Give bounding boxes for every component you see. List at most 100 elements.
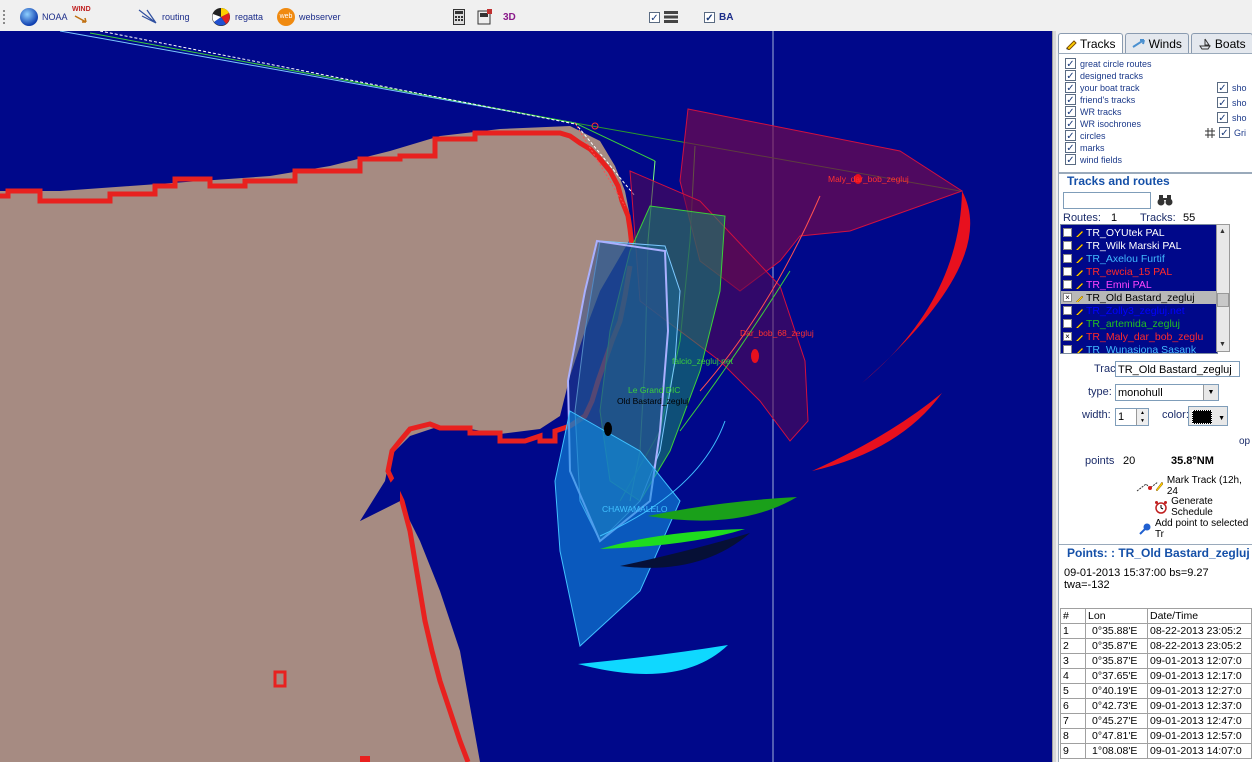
table-row[interactable]: 1 0°35.88'E 08-22-2013 23:05:2 xyxy=(1059,623,1252,639)
scroll-down-icon[interactable]: ▼ xyxy=(1219,341,1226,348)
table-row[interactable]: 7 0°45.27'E 09-01-2013 12:47:0 xyxy=(1059,713,1252,729)
pencil-icon[interactable] xyxy=(1075,229,1083,237)
layer-great-circle[interactable]: ✓ great circle routes xyxy=(1065,58,1152,70)
cell-lon: 0°35.88'E xyxy=(1085,623,1148,639)
track-visible-checkbox[interactable] xyxy=(1063,280,1072,289)
track-list-item[interactable]: × TR_Maly_dar_bob_zeglu xyxy=(1061,330,1217,343)
layer-wr-tracks[interactable]: ✓ WR tracks xyxy=(1065,106,1122,118)
track-list-item[interactable]: × TR_Old Bastard_zegluj xyxy=(1061,291,1217,304)
track-visible-checkbox[interactable] xyxy=(1063,241,1072,250)
chevron-down-icon[interactable]: ▼ xyxy=(1203,385,1218,400)
noaa-button[interactable]: NOAA xyxy=(20,8,68,26)
chevron-down-icon[interactable]: ▼ xyxy=(1218,411,1225,427)
track-list-item[interactable]: TR_ewcia_15 PAL xyxy=(1061,265,1217,278)
tab-tracks[interactable]: Tracks xyxy=(1058,33,1123,54)
col-header-index[interactable]: # xyxy=(1059,608,1087,624)
tab-boats[interactable]: Boats xyxy=(1190,33,1252,53)
table-header-row: # Lon Date/Time xyxy=(1059,608,1252,624)
mark-track-icon xyxy=(1136,481,1163,492)
track-visible-checkbox[interactable] xyxy=(1063,345,1072,353)
ba-checkbox[interactable]: ✓ xyxy=(704,11,715,24)
calculator-button[interactable] xyxy=(453,8,465,26)
type-select[interactable]: monohull ▼ xyxy=(1115,384,1219,401)
chart-map[interactable]: Maly_dar_bob_zegluj Dar_bob_68_zegluj fa… xyxy=(0,31,1052,762)
track-list[interactable]: TR_OYUtek PAL TR_Wilk Marski PAL TR_Axelou… xyxy=(1060,224,1218,354)
track-visible-checkbox[interactable] xyxy=(1063,228,1072,237)
pencil-icon[interactable] xyxy=(1075,307,1083,315)
pencil-icon[interactable] xyxy=(1075,242,1083,250)
table-row[interactable]: 2 0°35.87'E 08-22-2013 23:05:2 xyxy=(1059,638,1252,654)
tab-winds[interactable]: Winds xyxy=(1124,33,1189,53)
track-visible-checkbox[interactable] xyxy=(1063,306,1072,315)
track-visible-checkbox[interactable]: × xyxy=(1063,293,1072,302)
table-row[interactable]: 5 0°40.19'E 09-01-2013 12:27:0 xyxy=(1059,683,1252,699)
pencil-icon[interactable] xyxy=(1075,255,1083,263)
pencil-icon[interactable] xyxy=(1075,268,1083,276)
track-list-item[interactable]: TR_Zolly3_zegluj.net xyxy=(1061,304,1217,317)
ba-toggle[interactable]: ✓ BA xyxy=(704,8,733,26)
pencil-icon[interactable] xyxy=(1075,294,1083,302)
pencil-icon[interactable] xyxy=(1075,320,1083,328)
col-header-lon[interactable]: Lon xyxy=(1085,608,1148,624)
routing-button[interactable]: routing xyxy=(138,8,190,26)
track-list-item[interactable]: TR_Wunasiona Sasank xyxy=(1061,343,1217,354)
layer-wr-isochrones[interactable]: ✓ WR isochrones xyxy=(1065,118,1141,130)
track-distance: 35.8°NM xyxy=(1171,455,1214,467)
pencil-icon[interactable] xyxy=(1075,346,1083,354)
track-list-item[interactable]: TR_Emni PAL xyxy=(1061,278,1217,291)
pencil-icon[interactable] xyxy=(1075,281,1083,289)
table-row[interactable]: 8 0°47.81'E 09-01-2013 12:57:0 xyxy=(1059,728,1252,744)
track-list-item[interactable]: TR_artemida_zegluj xyxy=(1061,317,1217,330)
layers-box: ✓ great circle routes ✓ designed tracks ✓ y… xyxy=(1058,53,1252,173)
pencil-icon[interactable] xyxy=(1075,333,1083,341)
cell-datetime: 09-01-2013 12:47:0 xyxy=(1147,713,1252,729)
track-name: TR_ewcia_15 PAL xyxy=(1086,265,1173,278)
track-visible-checkbox[interactable] xyxy=(1063,319,1072,328)
layer-circles[interactable]: ✓ circles xyxy=(1065,130,1106,142)
table-row[interactable]: 4 0°37.65'E 09-01-2013 12:17:0 xyxy=(1059,668,1252,684)
top-toolbar: NOAA WIND routing regatta web webserver … xyxy=(0,0,1252,32)
layer-designed-tracks[interactable]: ✓ designed tracks xyxy=(1065,70,1143,82)
option-show-2[interactable]: ✓ sho xyxy=(1217,97,1247,109)
device-button[interactable] xyxy=(477,8,493,26)
track-visible-checkbox[interactable]: × xyxy=(1063,332,1072,341)
col-header-datetime[interactable]: Date/Time xyxy=(1147,608,1252,624)
three-d-button[interactable]: 3D xyxy=(503,8,516,26)
layer-wind-fields[interactable]: ✓ wind fields xyxy=(1065,154,1122,166)
track-list-item[interactable]: TR_Axelou Furtif xyxy=(1061,252,1217,265)
layer-marks[interactable]: ✓ marks xyxy=(1065,142,1105,154)
color-picker[interactable]: ▼ xyxy=(1188,406,1228,426)
generate-schedule-button[interactable]: Generate Schedule xyxy=(1154,496,1252,518)
wind-arrow-icon xyxy=(74,15,88,23)
layer-your-boat[interactable]: ✓ your boat track xyxy=(1065,82,1140,94)
track-name-input[interactable]: TR_Old Bastard_zegluj xyxy=(1115,361,1240,377)
track-search-input[interactable] xyxy=(1063,192,1151,209)
option-grid[interactable]: ✓ Gri xyxy=(1205,127,1246,139)
scroll-up-icon[interactable]: ▲ xyxy=(1219,228,1226,235)
binoculars-icon[interactable] xyxy=(1157,193,1173,207)
webserver-button[interactable]: web webserver xyxy=(277,8,341,26)
table-row[interactable]: 3 0°35.87'E 09-01-2013 12:07:0 xyxy=(1059,653,1252,669)
regatta-button[interactable]: regatta xyxy=(211,8,263,26)
width-stepper[interactable]: 1 ▲ ▼ xyxy=(1115,408,1149,426)
wind-button[interactable]: WIND xyxy=(72,6,91,24)
table-row[interactable]: 6 0°42.73'E 09-01-2013 12:37:0 xyxy=(1059,698,1252,714)
mark-track-button[interactable]: Mark Track (12h, 24 xyxy=(1136,475,1252,497)
layer-friends[interactable]: ✓ friend's tracks xyxy=(1065,94,1135,106)
track-list-item[interactable]: TR_OYUtek PAL xyxy=(1061,226,1217,239)
scroll-thumb[interactable] xyxy=(1217,293,1229,307)
track-list-item[interactable]: TR_Wilk Marski PAL xyxy=(1061,239,1217,252)
track-name: TR_Wunasiona Sasank xyxy=(1086,343,1197,354)
stepper-arrows-icon[interactable]: ▲ ▼ xyxy=(1136,409,1148,425)
layers-toggle[interactable]: ✓ xyxy=(649,8,678,26)
map-canvas[interactable]: Maly_dar_bob_zegluj Dar_bob_68_zegluj fa… xyxy=(0,31,1052,762)
layers-checkbox[interactable]: ✓ xyxy=(649,11,660,24)
track-visible-checkbox[interactable] xyxy=(1063,267,1072,276)
track-list-scrollbar[interactable]: ▲ ▼ xyxy=(1216,224,1230,352)
add-point-button[interactable]: Add point to selected Tr xyxy=(1138,518,1252,540)
track-visible-checkbox[interactable] xyxy=(1063,254,1072,263)
routes-label: Routes: xyxy=(1063,212,1101,224)
option-show-3[interactable]: ✓ sho xyxy=(1217,112,1247,124)
option-show-1[interactable]: ✓ sho xyxy=(1217,82,1247,94)
table-row[interactable]: 9 1°08.08'E 09-01-2013 14:07:0 xyxy=(1059,743,1252,759)
